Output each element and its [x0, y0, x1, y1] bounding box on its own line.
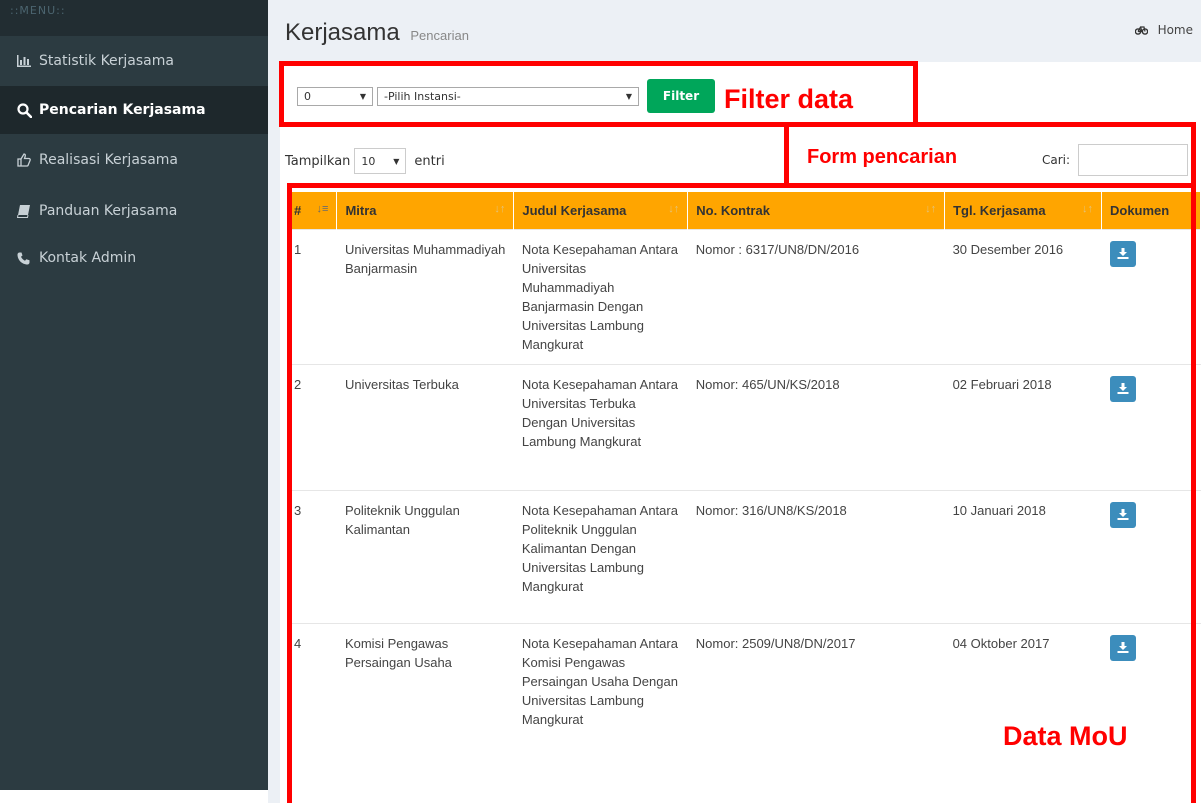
sidebar-item-pencarian[interactable]: Pencarian Kerjasama [0, 86, 268, 134]
sidebar-item-kontak[interactable]: Kontak Admin [0, 236, 268, 280]
page-subtitle: Pencarian [410, 28, 469, 43]
sidebar-item-panduan[interactable]: Panduan Kerjasama [0, 186, 268, 236]
sidebar-header: ::MENU:: [0, 0, 268, 36]
data-annotation-label: Data MoU [1003, 721, 1128, 751]
sidebar-item-label: Realisasi Kerjasama [39, 152, 178, 168]
chevron-down-icon: ▼ [393, 156, 400, 166]
page-length-select[interactable]: 10 ▼ [354, 148, 407, 174]
sidebar-item-label: Pencarian Kerjasama [39, 102, 206, 118]
filter-annotation-label: Filter data [724, 84, 854, 114]
thumbs-up-icon [17, 153, 39, 167]
entries-label: entri [414, 153, 445, 169]
sidebar: ::MENU:: Statistik Kerjasama Pencarian K… [0, 0, 268, 790]
table-length-control: Tampilkan 10 ▼ entri [285, 148, 445, 174]
bicycle-icon [1135, 23, 1152, 37]
breadcrumb-home[interactable]: Home [1158, 23, 1193, 37]
bar-chart-icon [17, 55, 39, 67]
sidebar-item-realisasi[interactable]: Realisasi Kerjasama [0, 134, 268, 186]
phone-icon [17, 252, 39, 265]
sidebar-item-label: Panduan Kerjasama [39, 203, 178, 219]
breadcrumb[interactable]: Home [1135, 23, 1193, 37]
data-annotation-box [287, 183, 1196, 803]
search-icon [17, 102, 39, 118]
show-label: Tampilkan [285, 153, 351, 169]
page-title: Kerjasama Pencarian [285, 19, 469, 47]
search-annotation-label: Form pencarian [807, 146, 958, 168]
book-icon [17, 204, 39, 218]
sidebar-item-label: Kontak Admin [39, 250, 137, 266]
page-title-text: Kerjasama [285, 19, 400, 46]
sidebar-item-statistik[interactable]: Statistik Kerjasama [0, 36, 268, 86]
sidebar-item-label: Statistik Kerjasama [39, 53, 174, 69]
page-length-value: 10 [361, 154, 376, 168]
